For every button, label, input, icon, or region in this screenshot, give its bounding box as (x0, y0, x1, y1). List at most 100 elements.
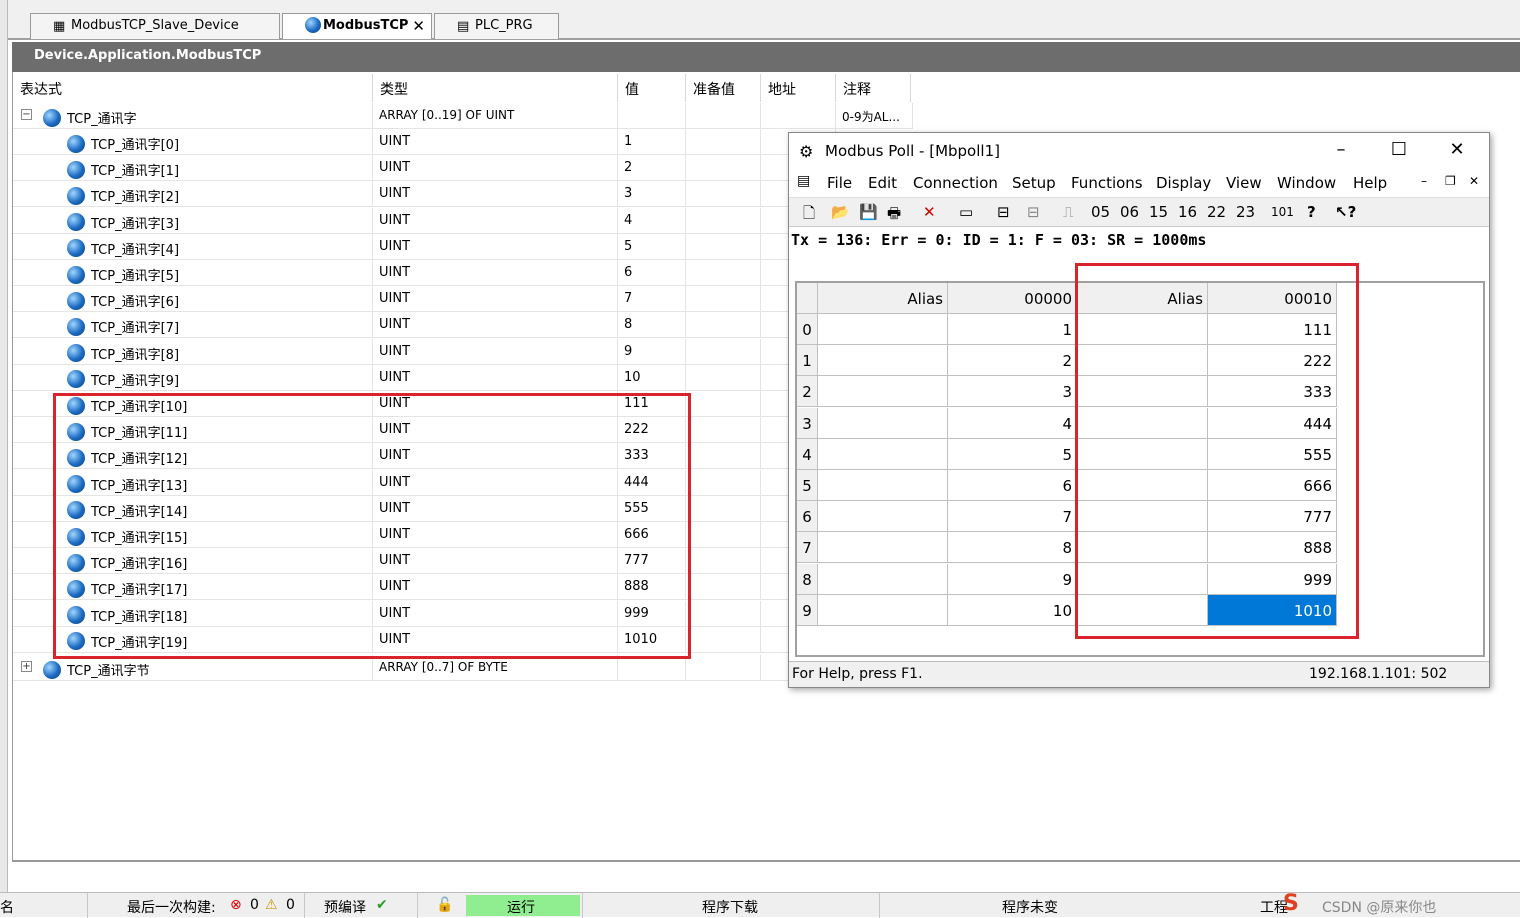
save-icon[interactable]: 💾 (859, 203, 878, 221)
prepared-value-cell[interactable] (686, 548, 761, 575)
mdi-restore-icon[interactable]: ❐ (1445, 174, 1456, 188)
tab-plc-prg[interactable]: ▤ PLC_PRG (434, 13, 559, 39)
menu-help[interactable]: Help (1353, 174, 1387, 192)
col-expression[interactable]: 表达式 (13, 74, 373, 102)
prepared-value-cell[interactable] (686, 574, 761, 601)
grid-value-cell[interactable]: 2 (948, 345, 1077, 377)
grid-alias-cell[interactable] (818, 563, 948, 595)
grid-alias-cell[interactable] (818, 438, 948, 470)
table-row[interactable]: TCP_通讯字[2] UINT 3 (13, 181, 913, 208)
grid-alias-cell[interactable] (818, 532, 948, 564)
grid-value-cell[interactable]: 8 (948, 532, 1077, 564)
prepared-value-cell[interactable] (686, 338, 761, 365)
open-icon[interactable]: 📂 (831, 203, 850, 221)
prepared-value-cell[interactable] (686, 286, 761, 313)
fc-16-button[interactable]: 16 (1178, 203, 1197, 221)
table-row[interactable]: TCP_通讯字[3] UINT 4 (13, 207, 913, 234)
fc-05-button[interactable]: 05 (1091, 203, 1110, 221)
grid-alias-cell[interactable] (818, 594, 948, 626)
mdi-close-icon[interactable]: ✕ (1469, 174, 1479, 188)
table-row[interactable]: TCP_通讯字[0] UINT 1 (13, 129, 913, 155)
prepared-value-cell[interactable] (686, 233, 761, 260)
grid-alias-cell[interactable] (818, 470, 948, 501)
grid-value-cell[interactable]: 9 (948, 563, 1077, 595)
grid-value-cell[interactable]: 1 (948, 314, 1077, 345)
prepared-value-cell[interactable] (686, 364, 761, 391)
fc-101-button[interactable]: 101 (1271, 205, 1294, 219)
grid-value-cell[interactable]: 10 (948, 594, 1077, 626)
prepared-value-cell[interactable] (686, 522, 761, 548)
help-icon[interactable]: ? (1307, 203, 1316, 221)
menu-file[interactable]: File (827, 174, 852, 192)
tab-modbustcp[interactable]: ModbusTCP ✕ (282, 13, 432, 39)
table-row[interactable]: TCP_通讯字[8] UINT 9 (13, 338, 913, 365)
disconnect-icon[interactable]: ⊟ (1027, 203, 1040, 221)
window-titlebar[interactable]: ⚙ Modbus Poll - [Mbpoll1] – ☐ ✕ (789, 133, 1489, 169)
table-row[interactable]: TCP_通讯字[1] UINT 2 (13, 155, 913, 182)
prepared-value-cell[interactable] (686, 417, 761, 444)
collapse-icon[interactable]: − (21, 109, 32, 120)
menu-window[interactable]: Window (1277, 174, 1336, 192)
close-icon[interactable]: ✕ (412, 17, 425, 35)
prepared-value-cell[interactable] (686, 181, 761, 208)
col-type[interactable]: 类型 (373, 74, 618, 102)
prepared-value-cell[interactable] (686, 495, 761, 522)
fc-15-button[interactable]: 15 (1149, 203, 1168, 221)
prepared-value-cell[interactable] (686, 600, 761, 627)
col-comment[interactable]: 注释 (836, 74, 911, 102)
table-row[interactable]: TCP_通讯字[6] UINT 7 (13, 286, 913, 313)
window-icon[interactable]: ▭ (959, 203, 973, 221)
grid-header-00000[interactable]: 00000 (948, 283, 1077, 314)
table-row[interactable]: TCP_通讯字[5] UINT 6 (13, 260, 913, 286)
table-row-root[interactable]: − TCP_通讯字 ARRAY [0..19] OF UINT 0-9为AL..… (13, 103, 913, 129)
table-row[interactable]: TCP_通讯字[7] UINT 8 (13, 312, 913, 339)
grid-alias-cell[interactable] (818, 345, 948, 377)
fc-22-button[interactable]: 22 (1207, 203, 1226, 221)
grid-value-cell[interactable]: 4 (948, 407, 1077, 439)
prepared-value-cell[interactable] (686, 312, 761, 339)
col-address[interactable]: 地址 (761, 74, 836, 102)
prepared-value-cell[interactable] (686, 155, 761, 182)
grid-value-cell[interactable]: 3 (948, 376, 1077, 408)
document-menu-icon[interactable]: ▤ (797, 173, 810, 189)
grid-value-cell[interactable]: 6 (948, 470, 1077, 501)
grid-header-alias-1[interactable]: Alias (818, 283, 948, 314)
close-icon[interactable]: ✕ (1437, 139, 1477, 165)
prepared-value-cell[interactable] (686, 469, 761, 496)
menu-functions[interactable]: Functions (1071, 174, 1143, 192)
menu-view[interactable]: View (1226, 174, 1262, 192)
col-value[interactable]: 值 (618, 74, 686, 102)
fc-06-button[interactable]: 06 (1120, 203, 1139, 221)
prepared-value-cell[interactable] (686, 207, 761, 234)
table-row[interactable]: TCP_通讯字[9] UINT 10 (13, 364, 913, 391)
minimize-icon[interactable]: – (1321, 139, 1361, 165)
pulse-icon[interactable]: ⎍ (1063, 203, 1074, 221)
maximize-icon[interactable]: ☐ (1379, 139, 1419, 165)
prepared-value-cell[interactable] (686, 129, 761, 155)
table-row[interactable]: TCP_通讯字[4] UINT 5 (13, 233, 913, 260)
menu-display[interactable]: Display (1156, 174, 1211, 192)
grid-alias-cell[interactable] (818, 314, 948, 345)
prepared-value-cell[interactable] (686, 391, 761, 417)
menu-edit[interactable]: Edit (868, 174, 897, 192)
mdi-minimize-icon[interactable]: – (1421, 174, 1427, 188)
prepared-value-cell[interactable] (686, 443, 761, 470)
fc-23-button[interactable]: 23 (1236, 203, 1255, 221)
grid-alias-cell[interactable] (818, 407, 948, 439)
prepared-value-cell[interactable] (686, 260, 761, 286)
menu-setup[interactable]: Setup (1012, 174, 1056, 192)
prepared-value-cell[interactable] (686, 626, 761, 653)
connect-icon[interactable]: ⊟ (997, 203, 1010, 221)
tab-modbustcp-slave-device[interactable]: ▦ ModbusTCP_Slave_Device (30, 13, 280, 39)
context-help-icon[interactable]: ↖? (1335, 203, 1356, 221)
grid-value-cell[interactable]: 5 (948, 438, 1077, 470)
delete-icon[interactable]: ✕ (923, 203, 936, 221)
grid-value-cell[interactable]: 7 (948, 501, 1077, 533)
menu-connection[interactable]: Connection (913, 174, 998, 192)
col-prepared-value[interactable]: 准备值 (686, 74, 761, 102)
expand-icon[interactable]: + (21, 661, 32, 672)
grid-alias-cell[interactable] (818, 501, 948, 533)
print-icon[interactable]: 🖶 (887, 203, 901, 228)
grid-alias-cell[interactable] (818, 376, 948, 408)
new-icon[interactable]: 🗋 (803, 203, 815, 228)
